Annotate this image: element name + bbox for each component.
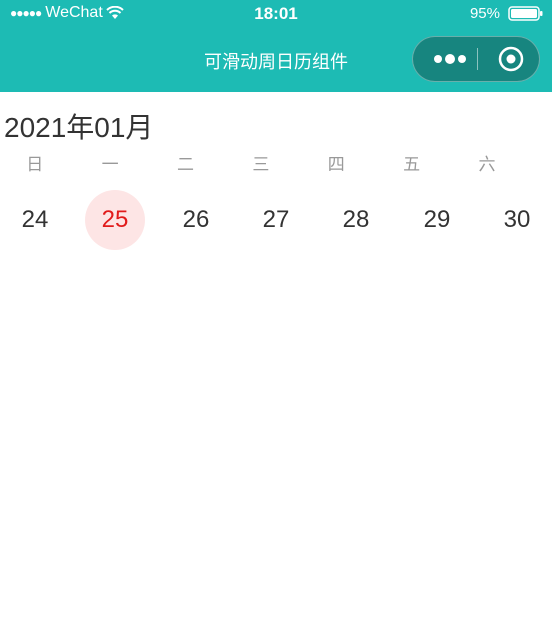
weekday-mon: 一 — [101, 155, 119, 174]
more-dots-icon — [434, 54, 466, 64]
day-cell[interactable]: 27 — [246, 190, 306, 250]
day-cell[interactable]: 30 — [487, 190, 547, 250]
status-right: 95% — [470, 5, 544, 22]
weekday-tue: 二 — [176, 155, 194, 174]
weekday-sun: 日 — [26, 155, 44, 174]
battery-icon — [508, 6, 543, 21]
selected-day-cell[interactable]: 25 — [85, 190, 145, 250]
target-close-icon — [498, 46, 524, 72]
weekday-sat: 六 — [478, 155, 496, 174]
header: ●●●●● WeChat 18:01 95% 可滑动周日历组件 — [0, 0, 552, 92]
day-cell[interactable]: 28 — [326, 190, 386, 250]
weekday-row: 日 一 二 三 四 五 六 — [0, 150, 552, 180]
day-cell[interactable]: 29 — [407, 190, 467, 250]
capsule-divider — [477, 48, 478, 70]
day-cell[interactable]: 24 — [5, 190, 65, 250]
nav-bar: 可滑动周日历组件 — [0, 28, 552, 92]
weekday-fri: 五 — [403, 155, 421, 174]
weekday-wed: 三 — [252, 155, 270, 174]
more-button[interactable] — [425, 37, 475, 81]
day-cell[interactable]: 26 — [166, 190, 226, 250]
status-bar: ●●●●● WeChat 18:01 95% — [0, 0, 552, 28]
close-button[interactable] — [491, 37, 531, 81]
day-row: 24 25 26 27 28 29 30 — [0, 190, 552, 250]
capsule-menu — [412, 36, 540, 82]
weekday-thu: 四 — [327, 155, 345, 174]
battery-percent: 95% — [469, 5, 500, 22]
month-title: 2021年01月 — [4, 112, 154, 143]
